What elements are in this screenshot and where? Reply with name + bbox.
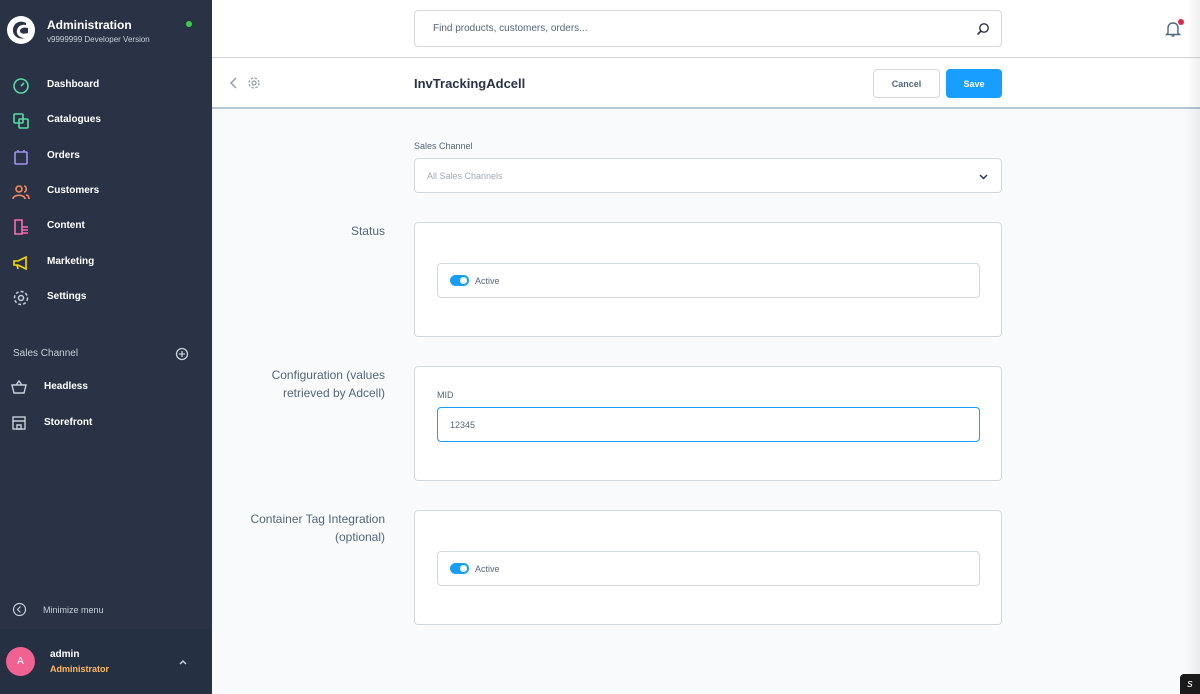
container-tag-active-toggle[interactable]: [450, 563, 469, 574]
storefront-icon: [12, 416, 26, 430]
status-active-label: Active: [475, 276, 500, 286]
configuration-section-title: Configuration (values retrieved by Adcel…: [272, 366, 385, 402]
container-tag-title-line1: Container Tag Integration: [250, 512, 385, 526]
topbar: [212, 0, 1200, 58]
status-title-text: Status: [350, 224, 385, 238]
orders-icon: [14, 150, 28, 165]
sales-channel-item-storefront[interactable]: Storefront: [0, 408, 212, 438]
brand-version: v9999999 Developer Version: [47, 35, 150, 44]
minimize-icon: [12, 602, 27, 617]
sales-channel-label: Storefront: [44, 417, 93, 428]
chevron-down-icon: [979, 174, 988, 180]
sidebar-item-dashboard[interactable]: Dashboard: [0, 71, 212, 101]
dashboard-icon: [13, 78, 29, 94]
global-search: [414, 10, 1002, 47]
status-active-toggle[interactable]: [450, 275, 469, 286]
save-button[interactable]: Save: [946, 69, 1002, 98]
sales-channel-select[interactable]: All Sales Channels: [414, 158, 1002, 193]
back-arrow-icon[interactable]: [228, 76, 240, 90]
sales-channel-label: Headless: [44, 381, 88, 392]
page-title: InvTrackingAdcell: [414, 76, 526, 91]
sales-channel-heading: Sales Channel: [13, 348, 79, 359]
symfony-toolbar-icon[interactable]: s: [1180, 674, 1200, 694]
status-switch-field: Active: [437, 263, 980, 298]
sidebar-item-label: Marketing: [47, 256, 95, 267]
search-input[interactable]: [415, 11, 975, 46]
sidebar-item-label: Customers: [47, 185, 100, 196]
container-tag-section-title: Container Tag Integration (optional): [250, 510, 385, 546]
sidebar-item-settings[interactable]: Settings: [0, 283, 212, 313]
status-section-title: Status: [351, 222, 385, 240]
marketing-icon: [13, 255, 27, 271]
cancel-button[interactable]: Cancel: [873, 69, 940, 98]
container-tag-switch-field: Active: [437, 551, 980, 586]
page-edge-shadow: [1186, 0, 1200, 694]
gear-icon[interactable]: [247, 76, 261, 90]
minimize-menu-button[interactable]: Minimize menu: [0, 598, 212, 622]
configuration-title-line2: retrieved by Adcell): [282, 386, 385, 400]
configuration-title-line1: Configuration (values: [271, 368, 385, 382]
sidebar-item-marketing[interactable]: Marketing: [0, 248, 212, 278]
user-name: admin: [50, 649, 80, 660]
container-tag-title-line2: (optional): [334, 530, 385, 544]
shopware-logo-icon: [7, 16, 35, 44]
catalogue-icon: [13, 113, 29, 129]
minimize-menu-label: Minimize menu: [43, 605, 104, 615]
sidebar-item-label: Orders: [47, 150, 80, 161]
brand[interactable]: Administration v9999999 Developer Versio…: [0, 0, 212, 58]
status-card: Active: [414, 222, 1002, 337]
settings-icon: [13, 290, 29, 306]
configuration-card: MID: [414, 366, 1002, 481]
basket-icon: [11, 379, 27, 394]
user-role: Administrator: [50, 664, 110, 674]
sidebar-item-customers[interactable]: Customers: [0, 177, 212, 207]
notification-badge: [1178, 19, 1184, 25]
container-tag-active-label: Active: [475, 564, 500, 574]
customers-icon: [12, 185, 30, 200]
search-icon[interactable]: [976, 22, 990, 36]
brand-title: Administration: [47, 18, 132, 32]
sidebar-item-label: Dashboard: [47, 79, 100, 90]
sidebar-item-label: Catalogues: [47, 114, 101, 125]
sidebar-item-catalogues[interactable]: Catalogues: [0, 106, 212, 136]
sidebar-item-content[interactable]: Content: [0, 212, 212, 242]
sales-channel-field-label: Sales Channel: [414, 141, 473, 151]
smart-bar: InvTrackingAdcell Cancel Save: [212, 59, 1200, 109]
chevron-up-icon[interactable]: [177, 656, 189, 668]
sidebar-item-label: Content: [47, 220, 85, 231]
mid-field-label: MID: [437, 390, 454, 400]
online-status-dot: [186, 21, 192, 27]
container-tag-card: Active: [414, 510, 1002, 625]
sidebar: Administration v9999999 Developer Versio…: [0, 0, 212, 694]
sidebar-item-orders[interactable]: Orders: [0, 142, 212, 172]
content-icon: [14, 219, 28, 235]
sales-channel-item-headless[interactable]: Headless: [0, 372, 212, 402]
avatar: A: [6, 647, 35, 676]
sidebar-item-label: Settings: [47, 291, 87, 302]
user-menu[interactable]: A admin Administrator: [0, 629, 212, 694]
add-sales-channel-icon[interactable]: [175, 347, 189, 361]
mid-input[interactable]: [437, 407, 980, 442]
sales-channel-select-value: All Sales Channels: [427, 171, 503, 181]
